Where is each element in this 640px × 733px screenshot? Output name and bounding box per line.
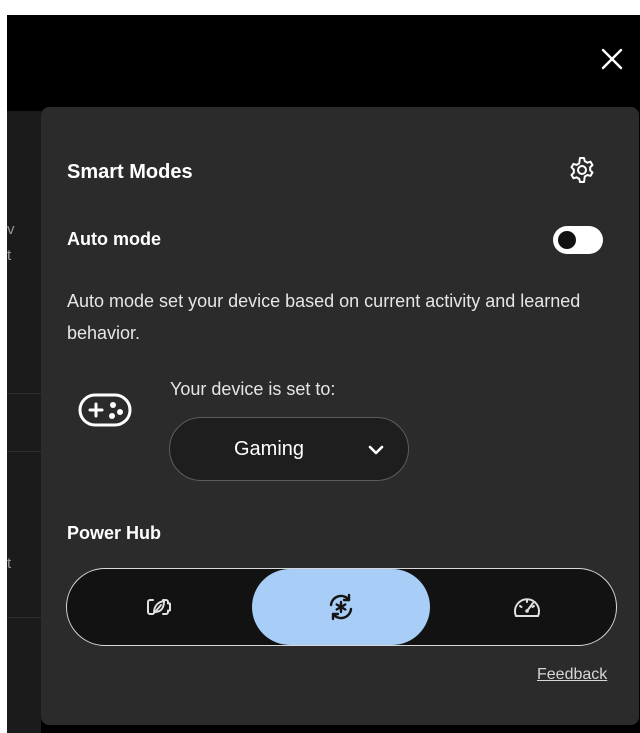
device-set-to-label: Your device is set to: (170, 379, 336, 399)
background-text-fragment: t (7, 247, 12, 264)
settings-button[interactable] (565, 153, 599, 187)
power-mode-performance-button[interactable] (437, 569, 617, 645)
divider (7, 617, 41, 618)
performance-speedometer-icon (514, 598, 540, 617)
chevron-down-icon (368, 445, 384, 455)
power-hub-selector (66, 568, 617, 646)
auto-mode-label: Auto mode (67, 229, 161, 249)
smart-modes-panel: Smart Modes Auto mode Auto mode set your… (41, 107, 639, 725)
toggle-knob (558, 231, 576, 249)
divider (7, 393, 41, 394)
feedback-link[interactable]: Feedback (537, 666, 607, 684)
power-mode-balanced-button[interactable] (252, 569, 430, 645)
auto-mode-description: Auto mode set your device based on curre… (67, 291, 581, 343)
background-text-fragment: t (7, 555, 12, 572)
gear-icon (570, 157, 594, 183)
mode-dropdown-value: Gaming (234, 438, 305, 460)
gamepad-icon (78, 393, 132, 427)
background-pane: v t t (7, 111, 41, 733)
close-button[interactable] (594, 41, 630, 77)
power-hub-label: Power Hub (67, 523, 162, 543)
eco-leaf-battery-icon (146, 599, 171, 615)
balanced-sync-icon (329, 593, 353, 621)
panel-title: Smart Modes (67, 161, 193, 183)
mode-dropdown[interactable]: Gaming (169, 417, 409, 481)
auto-mode-toggle[interactable] (553, 226, 603, 254)
power-mode-eco-button[interactable] (67, 569, 250, 645)
close-icon (601, 48, 623, 70)
background-text-fragment: v (7, 221, 15, 238)
divider (7, 451, 41, 452)
